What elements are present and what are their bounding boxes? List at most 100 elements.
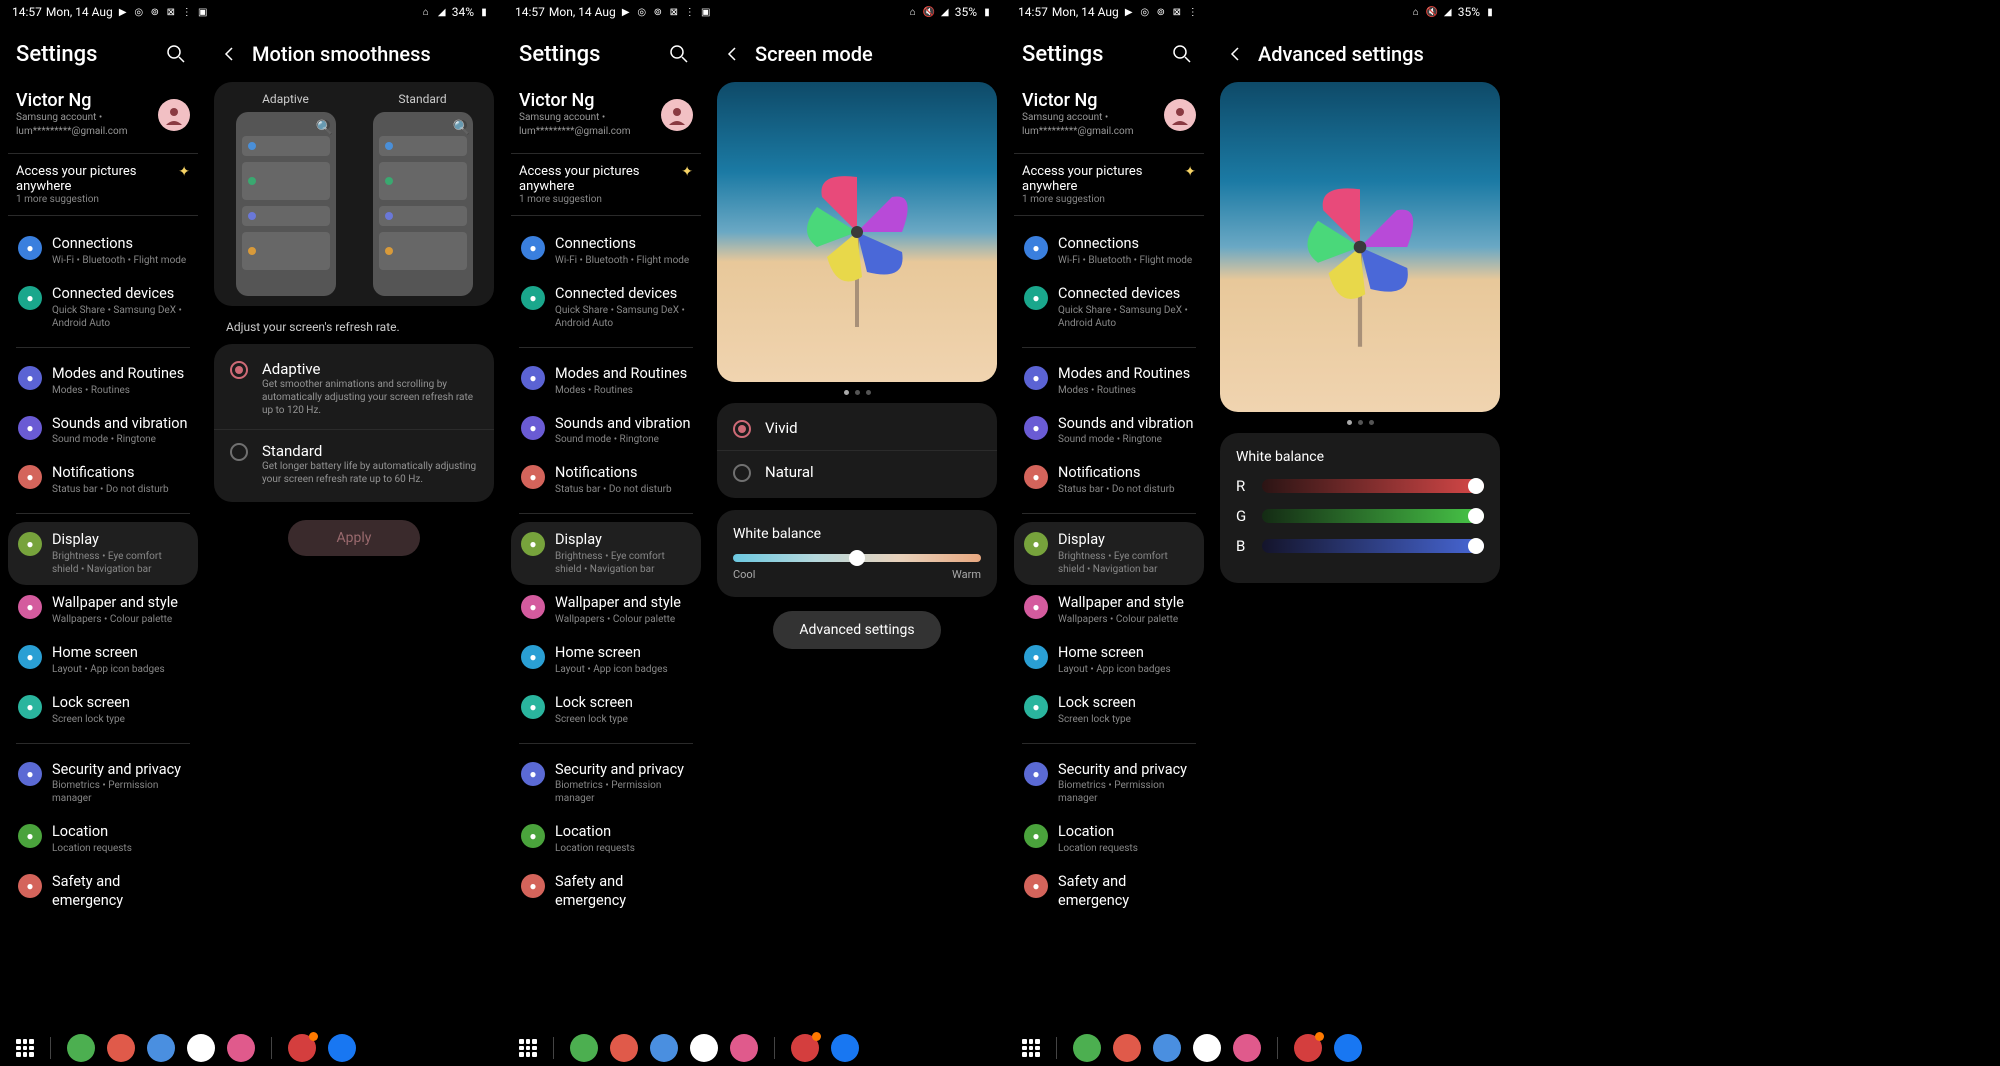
sidebar-item-display[interactable]: ● Display Brightness • Eye comfort shiel… [1014, 522, 1204, 585]
search-button[interactable] [665, 40, 693, 68]
advanced-settings-button[interactable]: Advanced settings [773, 611, 940, 649]
sidebar-item-modes-and-routines[interactable]: ● Modes and Routines Modes • Routines [1014, 356, 1204, 406]
dock-camera-icon[interactable] [1233, 1034, 1261, 1062]
dock-phone-icon[interactable] [1073, 1034, 1101, 1062]
promo-row[interactable]: Access your pictures anywhere 1 more sug… [8, 154, 198, 216]
dock-camera-icon[interactable] [227, 1034, 255, 1062]
sidebar-item-display[interactable]: ● Display Brightness • Eye comfort shiel… [511, 522, 701, 585]
sidebar-item-sounds-and-vibration[interactable]: ● Sounds and vibration Sound mode • Ring… [8, 406, 198, 456]
dock-gmaps-icon[interactable] [147, 1034, 175, 1062]
promo-row[interactable]: Access your pictures anywhere 1 more sug… [511, 154, 701, 216]
sidebar-item-location[interactable]: ● Location Location requests [511, 814, 701, 864]
dock-chrome-icon[interactable] [690, 1034, 718, 1062]
sidebar-item-wallpaper-and-style[interactable]: ● Wallpaper and style Wallpapers • Colou… [511, 585, 701, 635]
sidebar-item-security-and-privacy[interactable]: ● Security and privacy Biometrics • Perm… [8, 752, 198, 815]
radio-option-adaptive[interactable]: Adaptive Get smoother animations and scr… [214, 348, 494, 430]
preview-standard[interactable]: Standard 🔍 [361, 92, 484, 296]
account-row[interactable]: Victor Ng Samsung account •lum*********@… [511, 84, 701, 154]
dock-music-icon[interactable] [1113, 1034, 1141, 1062]
sidebar-item-connections[interactable]: ● Connections Wi-Fi • Bluetooth • Flight… [511, 226, 701, 276]
sidebar-item-connected-devices[interactable]: ● Connected devices Quick Share • Samsun… [8, 276, 198, 339]
white-balance-slider[interactable] [733, 554, 981, 562]
dock-chrome-icon[interactable] [187, 1034, 215, 1062]
sidebar-item-safety-and-emergency[interactable]: ● Safety and emergency [1014, 864, 1204, 920]
sidebar-item-label: Lock screen [1058, 694, 1136, 713]
apps-drawer-icon[interactable] [519, 1039, 537, 1057]
sidebar-item-lock-screen[interactable]: ● Lock screen Screen lock type [1014, 685, 1204, 735]
apps-drawer-icon[interactable] [1022, 1039, 1040, 1057]
radio-indicator [230, 443, 248, 461]
sidebar-item-connected-devices[interactable]: ● Connected devices Quick Share • Samsun… [511, 276, 701, 339]
divider [16, 347, 190, 348]
dock-phone-icon[interactable] [67, 1034, 95, 1062]
account-row[interactable]: Victor Ng Samsung account •lum*********@… [1014, 84, 1204, 154]
avatar[interactable] [661, 99, 693, 131]
radio-option-vivid[interactable]: Vivid [717, 407, 997, 451]
dock-camera-icon[interactable] [730, 1034, 758, 1062]
rgb-r-slider[interactable] [1262, 479, 1484, 493]
rgb-g-slider[interactable] [1262, 509, 1484, 523]
avatar[interactable] [1164, 99, 1196, 131]
dock-phone-icon[interactable] [570, 1034, 598, 1062]
sidebar-item-notifications[interactable]: ● Notifications Status bar • Do not dist… [511, 455, 701, 505]
radio-option-standard[interactable]: Standard Get longer battery life by auto… [214, 430, 494, 498]
dock-facebook-icon[interactable] [831, 1034, 859, 1062]
dock-youtube-icon[interactable] [791, 1034, 819, 1062]
apps-drawer-icon[interactable] [16, 1039, 34, 1057]
sidebar-item-connections[interactable]: ● Connections Wi-Fi • Bluetooth • Flight… [8, 226, 198, 276]
rgb-b-slider[interactable] [1262, 539, 1484, 553]
dock-music-icon[interactable] [610, 1034, 638, 1062]
sidebar-item-display[interactable]: ● Display Brightness • Eye comfort shiel… [8, 522, 198, 585]
preview-pinwheel[interactable] [1220, 82, 1500, 412]
apply-button[interactable]: Apply [288, 520, 420, 556]
sidebar-item-lock-screen[interactable]: ● Lock screen Screen lock type [511, 685, 701, 735]
back-button[interactable] [1224, 42, 1248, 66]
sidebar-item-security-and-privacy[interactable]: ● Security and privacy Biometrics • Perm… [1014, 752, 1204, 815]
sidebar-item-home-screen[interactable]: ● Home screen Layout • App icon badges [511, 635, 701, 685]
sidebar-item-security-and-privacy[interactable]: ● Security and privacy Biometrics • Perm… [511, 752, 701, 815]
sidebar: Settings Victor Ng Samsung account •lum*… [0, 24, 206, 1030]
sidebar-item-location[interactable]: ● Location Location requests [1014, 814, 1204, 864]
sidebar-item-notifications[interactable]: ● Notifications Status bar • Do not dist… [8, 455, 198, 505]
preview-adaptive[interactable]: Adaptive 🔍 [224, 92, 347, 296]
sidebar-item-sub: Sound mode • Ringtone [555, 433, 691, 446]
sidebar-item-sub: Brightness • Eye comfort shield • Naviga… [52, 550, 188, 576]
sidebar-item-lock-screen[interactable]: ● Lock screen Screen lock type [8, 685, 198, 735]
sidebar-item-safety-and-emergency[interactable]: ● Safety and emergency [511, 864, 701, 920]
sidebar-item-location[interactable]: ● Location Location requests [8, 814, 198, 864]
dock-facebook-icon[interactable] [1334, 1034, 1362, 1062]
radio-option-natural[interactable]: Natural [717, 451, 997, 494]
search-button[interactable] [1168, 40, 1196, 68]
dock-chrome-icon[interactable] [1193, 1034, 1221, 1062]
promo-title: Access your pictures anywhere [1022, 164, 1184, 194]
sidebar-item-wallpaper-and-style[interactable]: ● Wallpaper and style Wallpapers • Colou… [8, 585, 198, 635]
sidebar-item-connections[interactable]: ● Connections Wi-Fi • Bluetooth • Flight… [1014, 226, 1204, 276]
sidebar-item-connected-devices[interactable]: ● Connected devices Quick Share • Samsun… [1014, 276, 1204, 339]
sidebar-item-modes-and-routines[interactable]: ● Modes and Routines Modes • Routines [8, 356, 198, 406]
dock-facebook-icon[interactable] [328, 1034, 356, 1062]
dock-music-icon[interactable] [107, 1034, 135, 1062]
sidebar-item-modes-and-routines[interactable]: ● Modes and Routines Modes • Routines [511, 356, 701, 406]
back-button[interactable] [721, 42, 745, 66]
promo-row[interactable]: Access your pictures anywhere 1 more sug… [1014, 154, 1204, 216]
sidebar-item-sounds-and-vibration[interactable]: ● Sounds and vibration Sound mode • Ring… [511, 406, 701, 456]
avatar[interactable] [158, 99, 190, 131]
bell-icon: ● [521, 465, 545, 489]
sidebar-item-home-screen[interactable]: ● Home screen Layout • App icon badges [8, 635, 198, 685]
sidebar-item-wallpaper-and-style[interactable]: ● Wallpaper and style Wallpapers • Colou… [1014, 585, 1204, 635]
sidebar-item-sub: Brightness • Eye comfort shield • Naviga… [1058, 550, 1194, 576]
promo-sub: 1 more suggestion [1022, 194, 1184, 205]
account-row[interactable]: Victor Ng Samsung account •lum*********@… [8, 84, 198, 154]
back-button[interactable] [218, 42, 242, 66]
sidebar-item-sounds-and-vibration[interactable]: ● Sounds and vibration Sound mode • Ring… [1014, 406, 1204, 456]
dock-youtube-icon[interactable] [288, 1034, 316, 1062]
sidebar-item-notifications[interactable]: ● Notifications Status bar • Do not dist… [1014, 455, 1204, 505]
sidebar-item-home-screen[interactable]: ● Home screen Layout • App icon badges [1014, 635, 1204, 685]
dock-youtube-icon[interactable] [1294, 1034, 1322, 1062]
search-button[interactable] [162, 40, 190, 68]
preview-pinwheel[interactable] [717, 82, 997, 382]
sidebar-item-safety-and-emergency[interactable]: ● Safety and emergency [8, 864, 198, 920]
dock-gmaps-icon[interactable] [650, 1034, 678, 1062]
devices-icon: ● [18, 286, 42, 310]
dock-gmaps-icon[interactable] [1153, 1034, 1181, 1062]
